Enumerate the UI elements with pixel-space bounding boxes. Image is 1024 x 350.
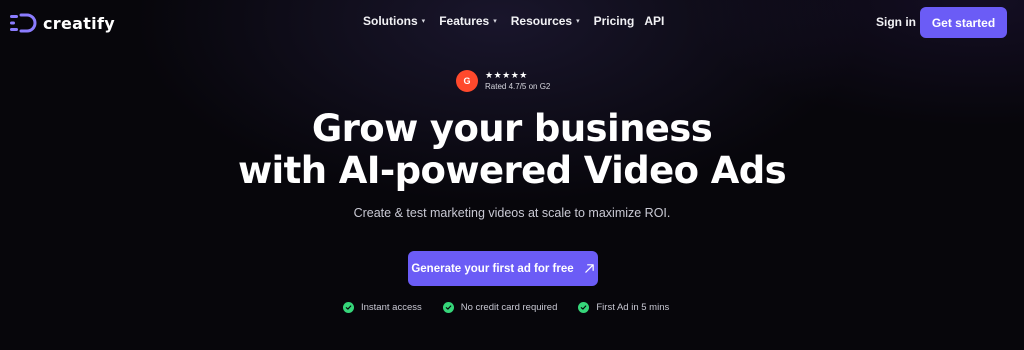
nav-item-label: API — [644, 14, 665, 28]
nav-item-pricing[interactable]: Pricing — [594, 14, 635, 28]
rating-text-group: ★★★★★ Rated 4.7/5 on G2 — [485, 71, 550, 91]
cta-label: Generate your first ad for free — [411, 262, 574, 275]
arrow-up-right-icon — [584, 264, 594, 273]
feature-label: First Ad in 5 mins — [596, 302, 670, 313]
sign-in-link[interactable]: Sign in — [876, 15, 916, 29]
check-circle-icon — [442, 302, 454, 313]
nav-item-api[interactable]: API — [644, 14, 664, 28]
hero-headline-line-1: Grow your business — [311, 107, 713, 150]
check-circle-icon — [578, 302, 590, 313]
rating-label: Rated 4.7/5 on G2 — [485, 82, 551, 91]
g2-rating: G ★★★★★ Rated 4.7/5 on G2 — [456, 70, 550, 92]
stars-icon: ★★★★★ — [485, 70, 528, 80]
creatify-logo-icon — [10, 13, 37, 33]
get-started-button[interactable]: Get started — [920, 7, 1007, 38]
feature-list: Instant access No credit card required F… — [343, 302, 690, 313]
hero-headline-line-2: with AI-powered Video Ads — [237, 149, 787, 192]
g2-logo-icon: G — [456, 70, 478, 92]
chevron-down-icon: ▾ — [576, 18, 580, 25]
landing-page: creatify Solutions ▾ Features ▾ Resource… — [0, 0, 1024, 350]
chevron-down-icon: ▾ — [493, 18, 497, 25]
feature-item: No credit card required — [442, 302, 558, 313]
logo[interactable]: creatify — [10, 13, 115, 33]
feature-item: Instant access — [343, 302, 422, 313]
check-circle-icon — [343, 302, 354, 313]
feature-label: Instant access — [361, 302, 422, 313]
chevron-down-icon: ▾ — [421, 18, 426, 25]
nav-item-solutions[interactable]: Solutions ▾ — [363, 14, 425, 28]
nav-item-label: Pricing — [593, 14, 635, 28]
feature-item: First Ad in 5 mins — [578, 302, 669, 313]
nav-item-label: Features — [439, 14, 490, 28]
nav-item-label: Resources — [510, 14, 573, 28]
nav-item-resources[interactable]: Resources ▾ — [511, 14, 580, 28]
feature-label: No credit card required — [460, 302, 558, 313]
nav-item-features[interactable]: Features ▾ — [439, 14, 497, 28]
generate-ad-button[interactable]: Generate your first ad for free — [408, 251, 598, 286]
site-header: creatify Solutions ▾ Features ▾ Resource… — [0, 0, 1024, 46]
main-nav: Solutions ▾ Features ▾ Resources ▾ Prici… — [363, 14, 674, 28]
nav-item-label: Solutions — [363, 14, 418, 28]
hero-subheadline: Create & test marketing videos at scale … — [353, 206, 671, 220]
brand-name: creatify — [43, 13, 115, 33]
